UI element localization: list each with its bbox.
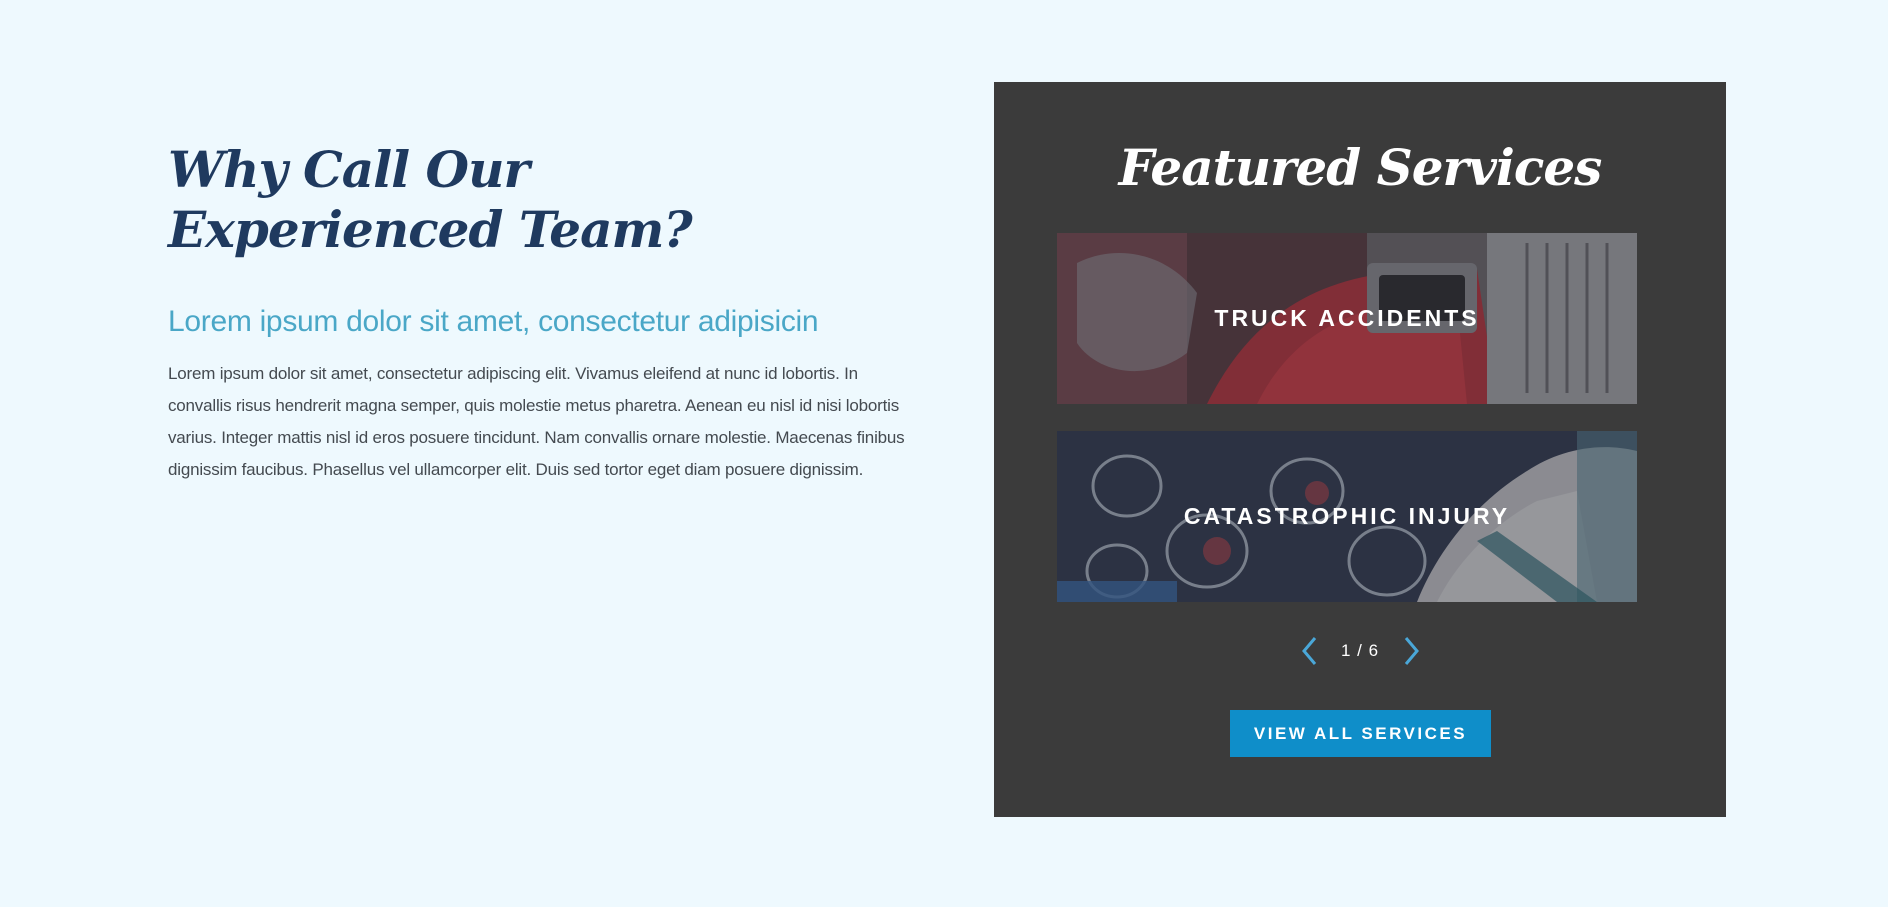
service-label-truck-accidents: TRUCK ACCIDENTS [1214, 305, 1480, 331]
service-card-truck-accidents[interactable]: TRUCK ACCIDENTS [1057, 233, 1637, 404]
service-card-catastrophic-injury[interactable]: CATASTROPHIC INJURY [1057, 431, 1637, 602]
view-all-services-button[interactable]: VIEW ALL SERVICES [1230, 710, 1491, 757]
previous-arrow-icon[interactable] [1297, 634, 1323, 668]
headline-line-1: Why Call Our [168, 140, 530, 199]
service-label-catastrophic-injury: CATASTROPHIC INJURY [1183, 503, 1511, 529]
services-pager: 1 / 6 [994, 634, 1726, 674]
featured-services-panel: Featured Services TRUCK ACCIDENTS CATAST… [994, 82, 1726, 817]
intro-section: Why Call Our Experienced Team? Lorem ips… [168, 140, 908, 486]
page-headline: Why Call Our Experienced Team? [168, 140, 908, 260]
featured-services-title: Featured Services [1118, 138, 1603, 197]
next-arrow-icon[interactable] [1398, 634, 1424, 668]
intro-paragraph: Lorem ipsum dolor sit amet, consectetur … [168, 364, 905, 479]
headline-line-2: Experienced Team? [168, 200, 693, 259]
intro-subheading: Lorem ipsum dolor sit amet, consectetur … [168, 305, 819, 338]
pager-count: 1 / 6 [1340, 641, 1380, 660]
